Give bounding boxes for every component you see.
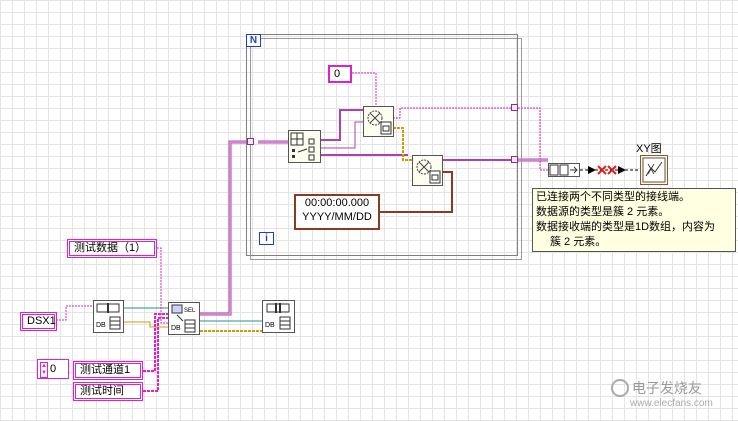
sel-db-text: DB: [171, 325, 181, 332]
timestamp-date: YYYY/MM/DD: [302, 211, 372, 223]
loop-input-tunnel[interactable]: [247, 138, 254, 145]
watermark-url: www.elecfans.com: [630, 398, 713, 409]
tooltip-line-2: 数据源的类型是簇 2 元素。: [536, 206, 670, 218]
test-data-control[interactable]: 测试数据（1）: [67, 239, 157, 258]
watermark-text: 电子发烧友: [631, 380, 702, 396]
broken-wire-tooltip: 已连接两个不同类型的接线端。 数据源的类型是簇 2 元素。 数据接收端的类型是1…: [532, 188, 736, 252]
db-node-text: DB: [96, 322, 106, 329]
test-time-control[interactable]: 测试时间: [73, 382, 143, 401]
numeric-stepper-icon[interactable]: ▲ ▼: [40, 362, 48, 378]
loop-iteration-terminal[interactable]: i: [259, 232, 274, 245]
db-select-node[interactable]: SEL DB: [168, 302, 200, 335]
wire-time: [143, 317, 168, 392]
timestamp-time: 00:00:00.000: [304, 197, 370, 209]
sel-node-text: SEL: [184, 308, 196, 314]
build-array-node[interactable]: [548, 163, 580, 177]
zero-constant[interactable]: 0: [328, 65, 352, 83]
wire-db-error: [123, 321, 168, 328]
variant-node-2[interactable]: [412, 155, 443, 186]
tooltip-line-4: 簇 2 元素。: [550, 236, 607, 248]
wire-sel-to-loop: [200, 140, 250, 316]
loop-output-tunnel-bottom[interactable]: [511, 156, 518, 163]
wire-loop-out-top: [518, 107, 548, 171]
db-close-text: DB: [265, 322, 275, 329]
loop-count-terminal[interactable]: N: [246, 34, 261, 47]
watermark-logo-icon: [610, 379, 629, 397]
xy-graph-indicator[interactable]: [640, 155, 668, 185]
xy-graph-label: XY图: [636, 143, 662, 155]
watermark: 电子发烧友 www.elecfans.com: [600, 378, 713, 409]
wire-channel: [143, 313, 168, 372]
variant-node-1[interactable]: [363, 106, 394, 137]
wire-test-data: [157, 247, 168, 324]
tooltip-line-3: 数据接收端的类型是1D数组，内容为: [536, 221, 716, 233]
numeric-control[interactable]: ▲ ▼ 0: [37, 359, 69, 379]
db-open-node[interactable]: DB: [93, 300, 124, 333]
numeric-value: 0: [50, 363, 57, 375]
dsx1-control[interactable]: DSX1: [20, 312, 57, 331]
test-channel-control[interactable]: 测试通道1: [73, 361, 143, 380]
wire-dsx1: [56, 305, 93, 321]
db-close-node[interactable]: DB: [262, 300, 295, 333]
timestamp-constant[interactable]: 00:00:00.000 YYYY/MM/DD: [294, 194, 380, 230]
loop-output-tunnel-top[interactable]: [511, 104, 518, 111]
graph-icon: [642, 157, 666, 183]
unbundle-node[interactable]: [288, 130, 321, 163]
for-loop[interactable]: [246, 34, 518, 256]
tooltip-line-1: 已连接两个不同类型的接线端。: [536, 191, 690, 203]
